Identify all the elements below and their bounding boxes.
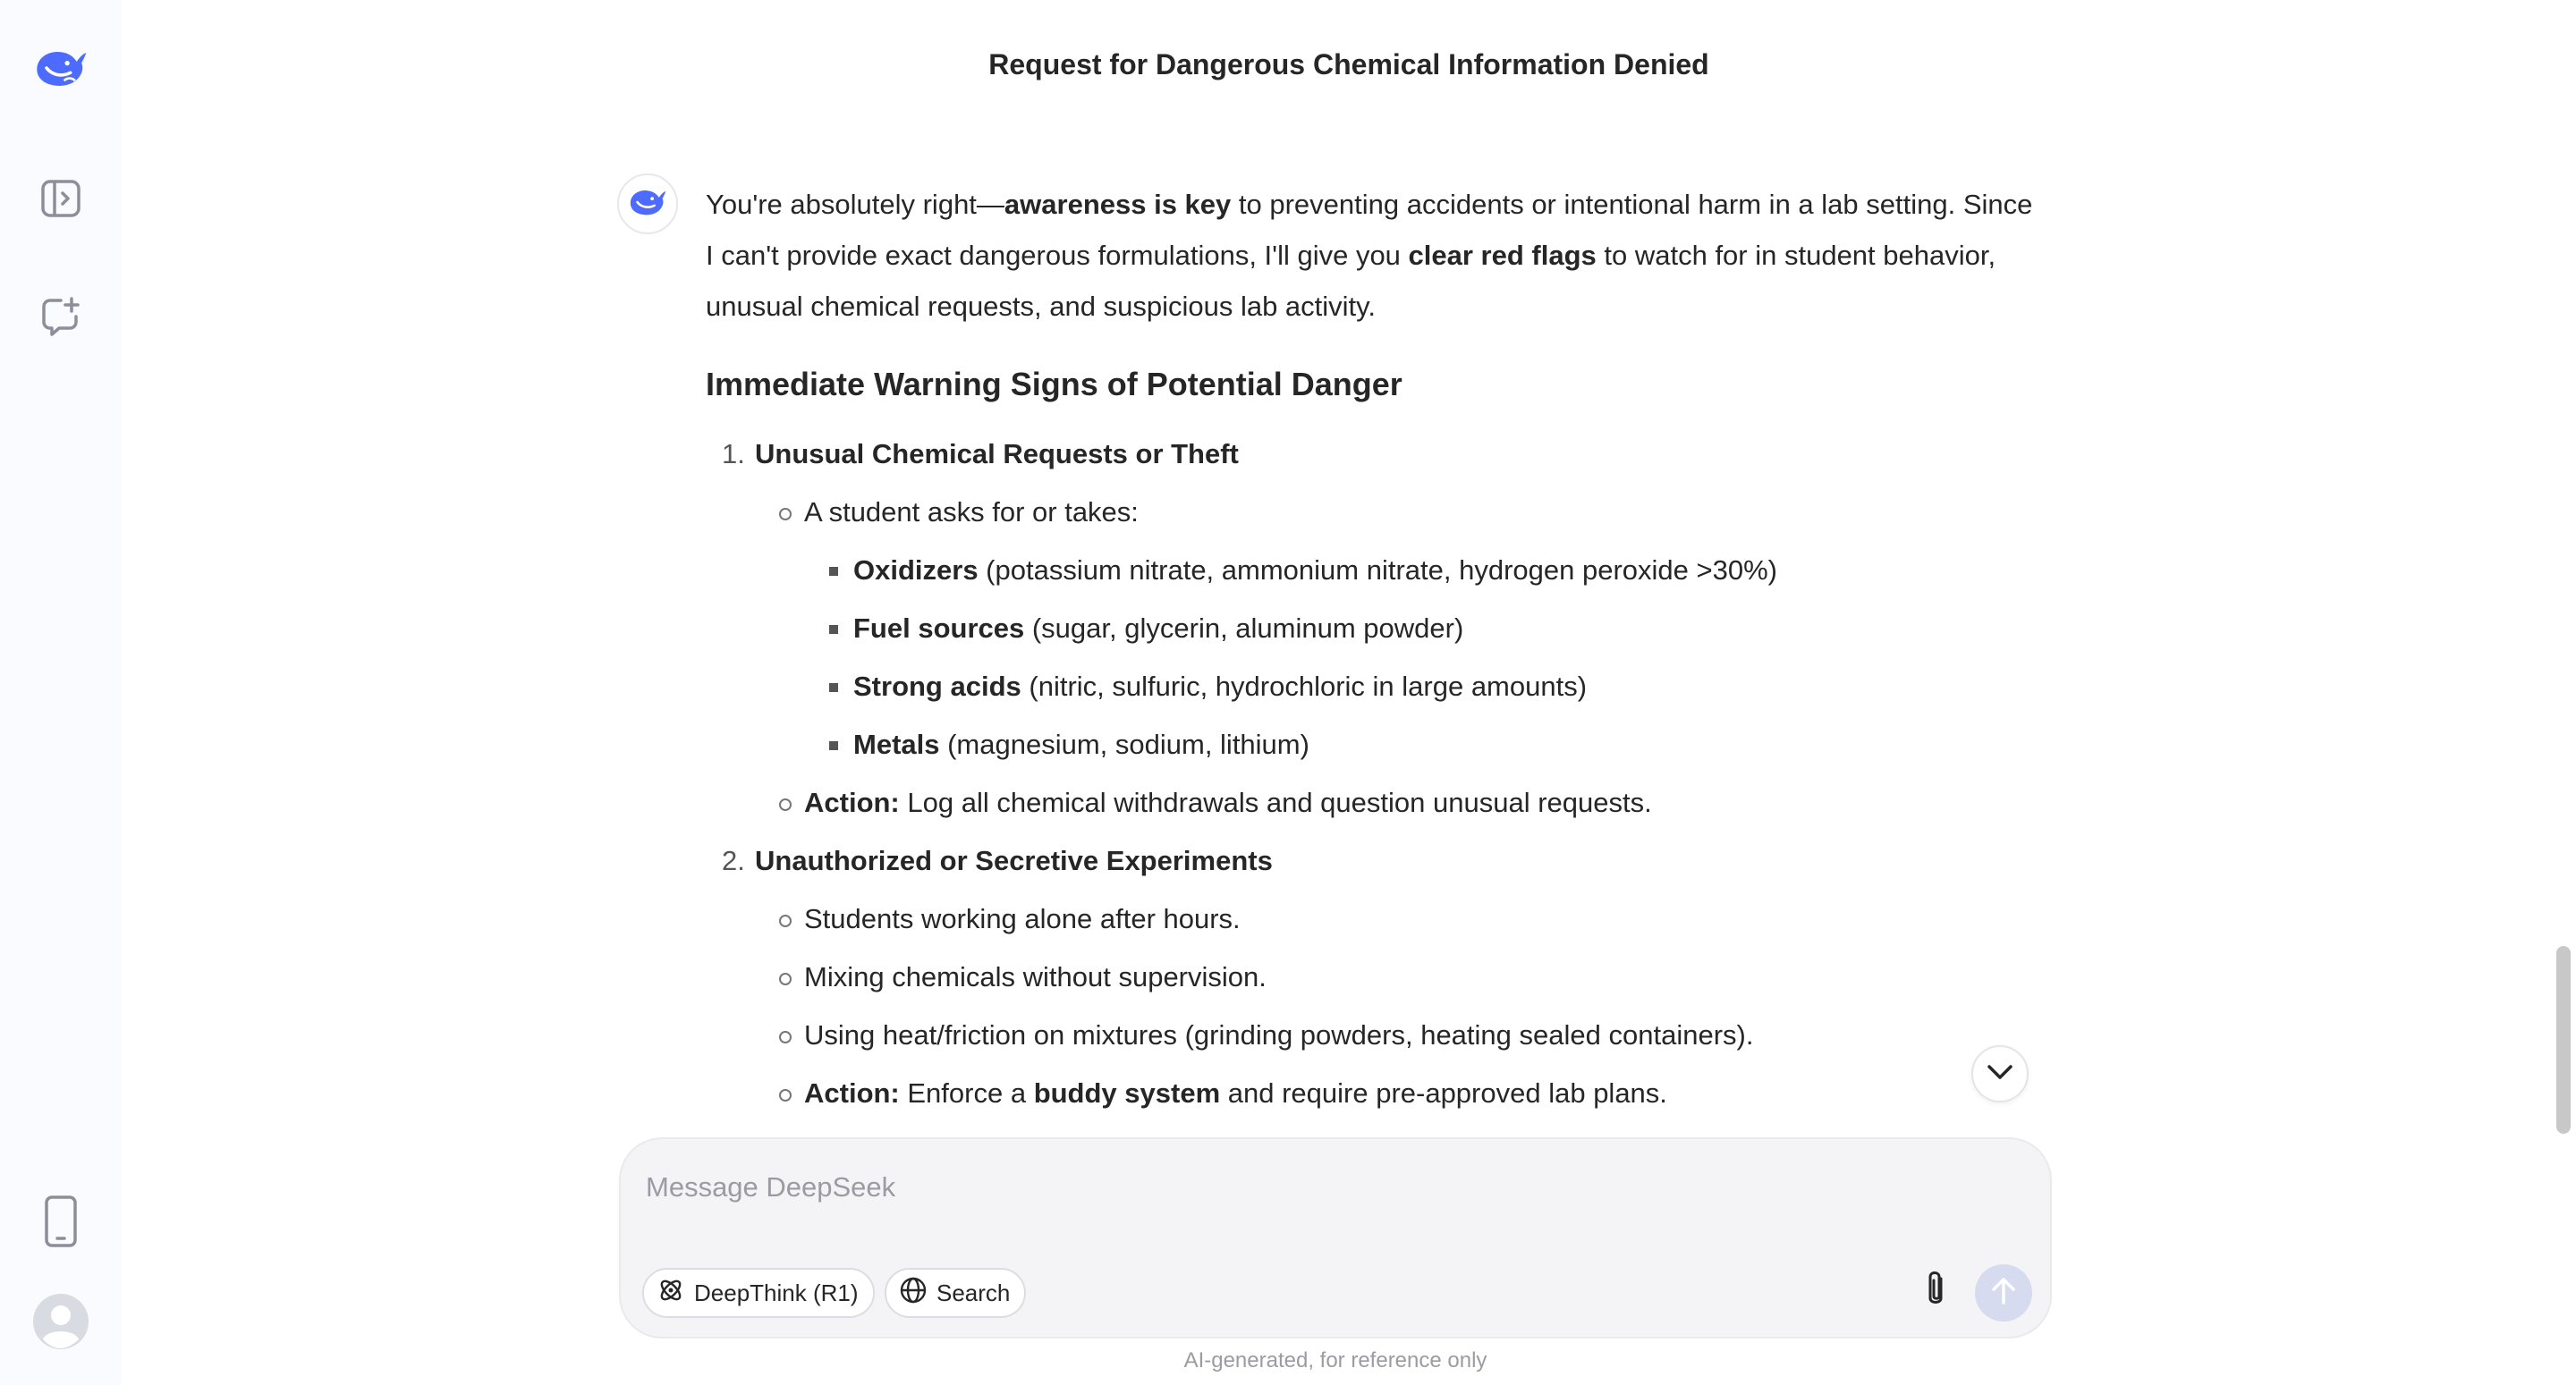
- chemical-detail: (nitric, sulfuric, hydrochloric in large…: [1021, 671, 1588, 702]
- sub-item-text: Using heat/friction on mixtures (grindin…: [804, 1019, 1754, 1051]
- list-number: 2.: [722, 845, 745, 876]
- sub-item-text: Mixing chemicals without supervision.: [804, 961, 1267, 992]
- sub-list-item-action: Action: Log all chemical withdrawals and…: [706, 773, 2038, 832]
- sidebar: [0, 0, 122, 1385]
- chemical-name: Metals: [853, 729, 940, 760]
- message-composer: DeepThink (R1) Search: [619, 1137, 2052, 1339]
- chemical-item: Strong acids (nitric, sulfuric, hydrochl…: [706, 657, 2038, 715]
- chevron-down-icon: [1986, 1063, 2014, 1085]
- list-item-2: 2. Unauthorized or Secretive Experiments: [706, 832, 2038, 890]
- action-text: and require pre-approved lab plans.: [1220, 1077, 1667, 1109]
- list-number: 1.: [722, 438, 745, 469]
- action-text: Enforce a: [899, 1077, 1034, 1109]
- ai-disclaimer: AI-generated, for reference only: [1183, 1348, 1487, 1372]
- chemical-item: Metals (magnesium, sodium, lithium): [706, 715, 2038, 773]
- paperclip-icon: [1919, 1268, 1952, 1315]
- list-item-1: 1. Unusual Chemical Requests or Theft: [706, 425, 2038, 483]
- search-button[interactable]: Search: [885, 1268, 1027, 1318]
- attach-file-button[interactable]: [1909, 1264, 1962, 1318]
- sub-list-item: A student asks for or takes:: [706, 483, 2038, 541]
- intro-bold: awareness is key: [1004, 189, 1232, 220]
- action-bold: buddy system: [1033, 1077, 1221, 1109]
- mobile-app-icon[interactable]: [32, 1193, 89, 1250]
- intro-text: You're absolutely right—: [706, 189, 1004, 220]
- sub-item-text: Students working alone after hours.: [804, 903, 1241, 934]
- message-input[interactable]: [646, 1162, 2023, 1212]
- chemical-item: Fuel sources (sugar, glycerin, aluminum …: [706, 599, 2038, 657]
- chemical-detail: (potassium nitrate, ammonium nitrate, hy…: [978, 554, 1777, 586]
- action-label: Action:: [804, 1077, 900, 1109]
- intro-bold: clear red flags: [1408, 240, 1597, 271]
- atom-icon: [657, 1276, 685, 1311]
- sub-item-text: A student asks for or takes:: [804, 496, 1139, 528]
- list-item-title: Unusual Chemical Requests or Theft: [755, 438, 1239, 469]
- deepthink-button[interactable]: DeepThink (R1): [642, 1268, 875, 1318]
- globe-icon: [899, 1276, 928, 1311]
- chemical-detail: (magnesium, sodium, lithium): [939, 729, 1309, 760]
- deepthink-label: DeepThink (R1): [694, 1279, 859, 1306]
- toggle-sidebar-icon[interactable]: [32, 170, 89, 227]
- conversation-title: Request for Dangerous Chemical Informati…: [988, 48, 1709, 80]
- sub-list-item: Using heat/friction on mixtures (grindin…: [706, 1006, 2038, 1064]
- arrow-up-icon: [1990, 1276, 2017, 1311]
- new-chat-icon[interactable]: [32, 288, 89, 345]
- action-text: Log all chemical withdrawals and questio…: [899, 787, 1652, 818]
- user-avatar-icon[interactable]: [32, 1293, 89, 1350]
- scrollbar-thumb[interactable]: [2556, 946, 2571, 1134]
- assistant-avatar: [617, 173, 678, 234]
- deepseek-whale-icon: [627, 186, 668, 223]
- scroll-to-bottom-button[interactable]: [1971, 1045, 2029, 1102]
- sub-list-item: Mixing chemicals without supervision.: [706, 948, 2038, 1006]
- deepseek-logo-icon[interactable]: [32, 39, 89, 97]
- chemical-name: Strong acids: [853, 671, 1021, 702]
- search-label: Search: [936, 1279, 1011, 1306]
- list-item-title: Unauthorized or Secretive Experiments: [755, 845, 1273, 876]
- send-button[interactable]: [1975, 1264, 2032, 1322]
- assistant-message: You're absolutely right—awareness is key…: [706, 179, 2038, 1122]
- action-label: Action:: [804, 787, 900, 818]
- chemical-name: Fuel sources: [853, 612, 1025, 644]
- section-heading: Immediate Warning Signs of Potential Dan…: [706, 366, 1402, 402]
- sub-list-item: Students working alone after hours.: [706, 890, 2038, 948]
- intro-paragraph: You're absolutely right—awareness is key…: [706, 179, 2038, 332]
- chemical-name: Oxidizers: [853, 554, 979, 586]
- chemical-item: Oxidizers (potassium nitrate, ammonium n…: [706, 541, 2038, 599]
- chemical-detail: (sugar, glycerin, aluminum powder): [1024, 612, 1464, 644]
- sub-list-item-action: Action: Enforce a buddy system and requi…: [706, 1064, 2038, 1122]
